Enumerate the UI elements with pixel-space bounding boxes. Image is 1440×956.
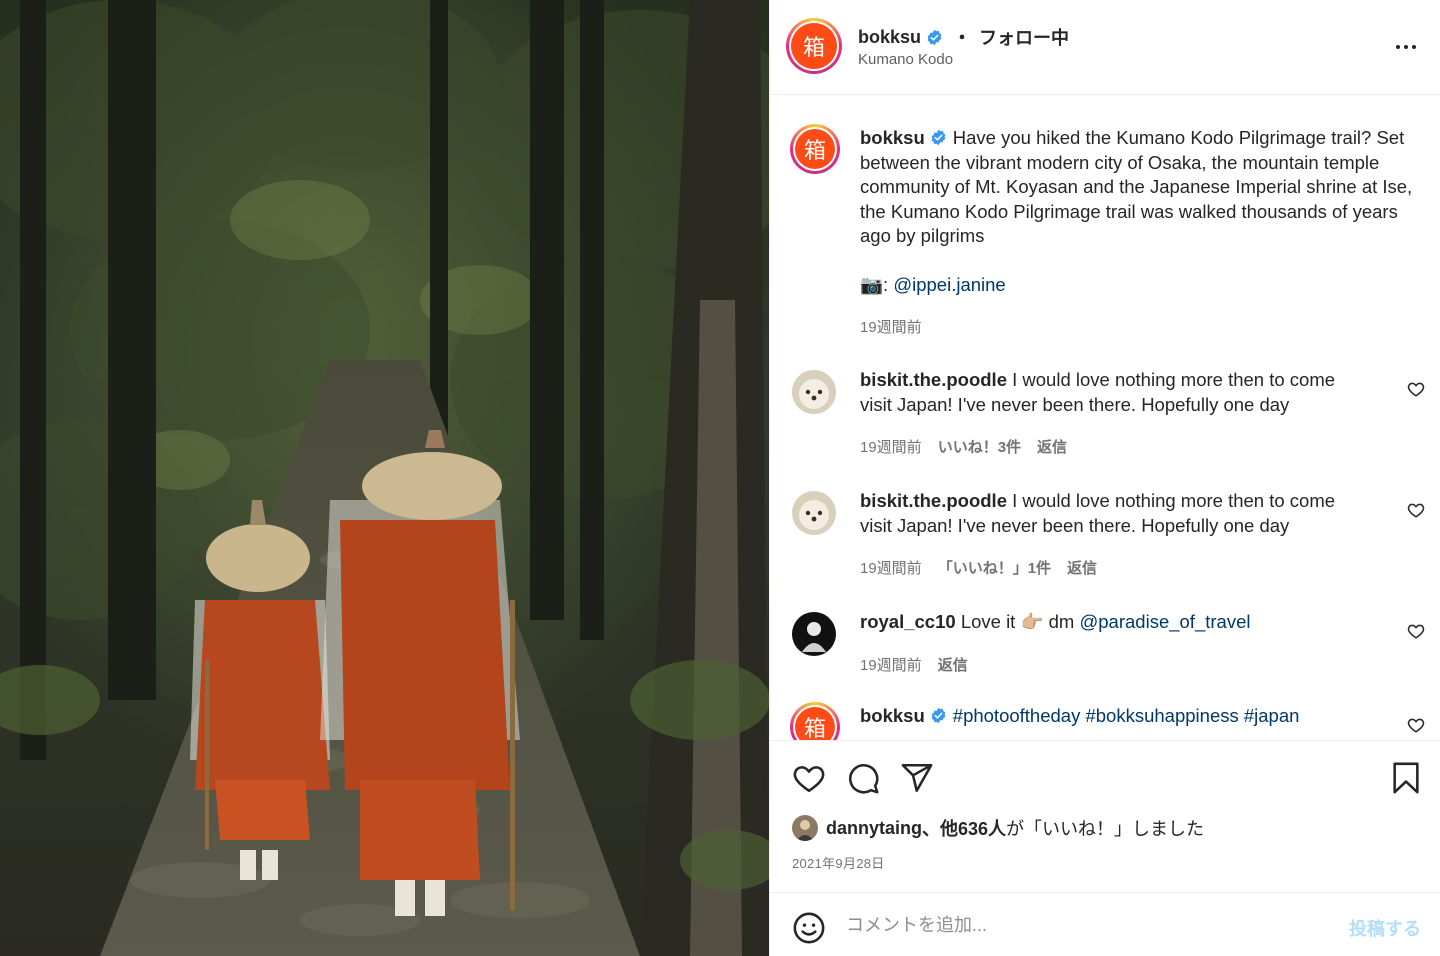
comment-likes[interactable]: いいね！3件 [938,436,1021,457]
post-photo[interactable] [0,0,769,956]
caption-username[interactable]: bokksu [860,127,925,148]
comment-body: Love it 👉🏼 dm [960,611,1080,632]
post-date[interactable]: 2021年9月28日 [792,853,885,872]
caption-text: bokksu Have you hiked the Kumano Kodo Pil… [860,126,1420,297]
emoji-icon[interactable] [792,911,826,945]
likes-suffix: が「いいね！」しました [1006,819,1205,839]
post-comment-button[interactable]: 投稿する [1349,915,1421,941]
liker-avatar[interactable] [792,815,818,841]
comments-list[interactable]: 箱 bokksu Have you hiked the Kumano Kodo P… [770,96,1440,740]
reply-button[interactable]: 返信 [1067,557,1097,578]
heart-icon[interactable] [1407,380,1425,398]
comment-time[interactable]: 19週間前 [860,557,922,578]
heart-icon[interactable] [1407,622,1425,640]
verified-badge-icon [927,29,942,45]
location-link[interactable]: Kumano Kodo [858,51,953,68]
comment-username[interactable]: bokksu [860,705,925,726]
paper-plane-icon[interactable] [900,761,934,795]
caption: 箱 bokksu Have you hiked the Kumano Kodo P… [770,96,1440,346]
comment-likes[interactable]: 「いいね！」1件 [938,557,1051,578]
reply-button[interactable]: 返信 [938,654,968,675]
comment-username[interactable]: royal_cc10 [860,611,956,632]
photo-credit-prefix: 📷: [860,273,894,295]
comment-text: bokksu #photooftheday #bokksuhappiness #j… [860,704,1370,729]
brand-logo-glyph: 箱 [795,707,835,740]
caption-author-avatar[interactable]: 箱 [790,124,840,174]
caption-time[interactable]: 19週間前 [860,316,922,337]
comment-input[interactable] [846,907,1326,943]
post-detail-panel: 箱 bokksu ・ フォロー中 Kumano Kodo 箱 bokksu Hav… [769,0,1440,956]
forest-pilgrims-image [0,0,769,956]
comment-item: 箱 bokksu #photooftheday #bokksuhappiness … [770,702,1440,740]
comment-username[interactable]: biskit.the.poodle [860,490,1007,511]
comment-icon[interactable] [846,761,880,795]
more-horizontal-icon [1396,45,1400,49]
comment-time[interactable]: 19週間前 [860,436,922,457]
comment-text: royal_cc10 Love it 👉🏼 dm @paradise_of_tr… [860,610,1370,635]
comment-meta: 19週間前 いいね！3件 返信 [860,436,1067,457]
comment-username[interactable]: biskit.the.poodle [860,369,1007,390]
likes-summary[interactable]: dannytaing 、他636人 が「いいね！」しました [792,815,1204,841]
post-actions: dannytaing 、他636人 が「いいね！」しました 2021年9月28日 [770,740,1440,892]
add-comment-bar: 投稿する [770,892,1440,956]
bookmark-icon[interactable] [1389,761,1423,795]
comment-item: biskit.the.poodle I would love nothing m… [770,366,1440,476]
caption-meta: 19週間前 [860,316,922,337]
mention-link[interactable]: @paradise_of_travel [1079,611,1250,632]
commenter-avatar[interactable] [792,612,836,656]
more-options-button[interactable] [1393,34,1419,60]
author-name-row: bokksu ・ フォロー中 [858,24,1069,50]
comment-item: biskit.the.poodle I would love nothing m… [770,487,1440,597]
likes-others[interactable]: 、他636人 [922,815,1006,841]
heart-icon[interactable] [1407,501,1425,519]
photo-credit-link[interactable]: @ippei.janine [893,274,1005,295]
comment-meta: 19週間前 「いいね！」1件 返信 [860,557,1097,578]
liker-username[interactable]: dannytaing [826,818,922,839]
author-avatar[interactable]: 箱 [786,18,842,74]
heart-icon[interactable] [1407,716,1425,734]
post-header: 箱 bokksu ・ フォロー中 Kumano Kodo [770,0,1440,95]
verified-badge-icon [931,707,946,724]
commenter-avatar[interactable] [792,491,836,535]
hashtags[interactable]: #photooftheday #bokksuhappiness #japan [953,705,1300,726]
heart-icon[interactable] [792,761,826,795]
commenter-avatar[interactable]: 箱 [790,702,840,740]
comment-text: biskit.the.poodle I would love nothing m… [860,368,1370,417]
verified-badge-icon [931,129,946,146]
author-username[interactable]: bokksu [858,27,921,48]
brand-logo-glyph: 箱 [791,23,837,69]
comment-time[interactable]: 19週間前 [860,654,922,675]
reply-button[interactable]: 返信 [1037,436,1067,457]
comment-item: royal_cc10 Love it 👉🏼 dm @paradise_of_tr… [770,608,1440,698]
comment-meta: 19週間前 返信 [860,654,968,675]
comment-text: biskit.the.poodle I would love nothing m… [860,489,1370,538]
following-button[interactable]: フォロー中 [979,24,1069,50]
commenter-avatar[interactable] [792,370,836,414]
separator-dot: ・ [953,28,972,48]
brand-logo-glyph: 箱 [795,129,835,169]
